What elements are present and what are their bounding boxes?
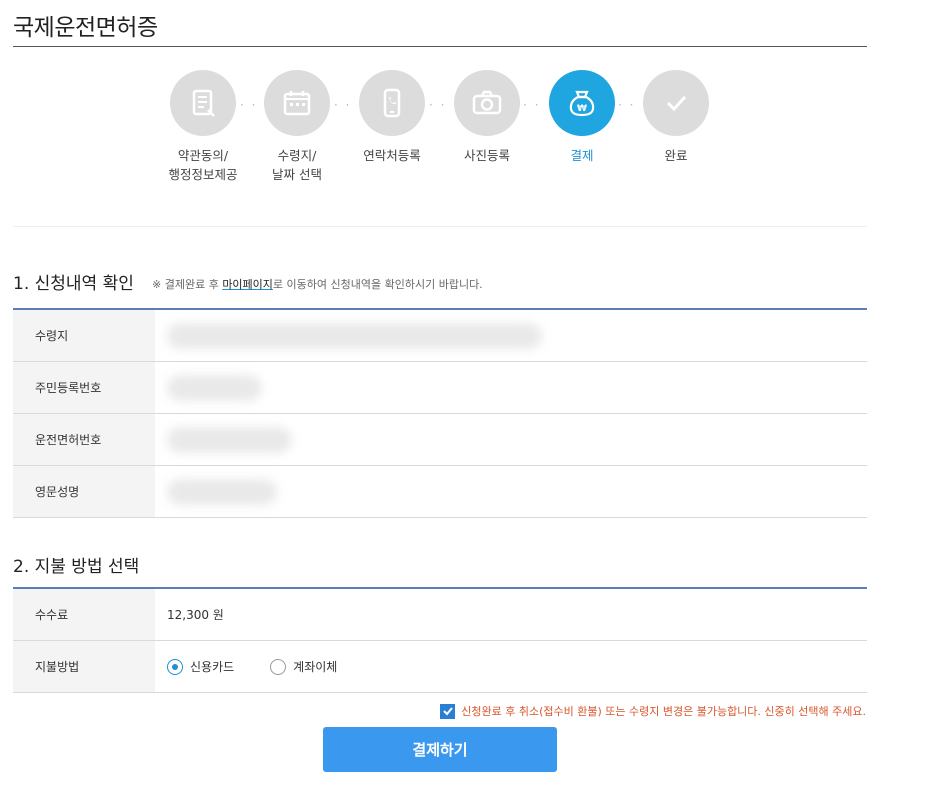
step-label: 수령지/ 날짜 선택	[272, 148, 322, 182]
radio-label: 신용카드	[190, 660, 235, 674]
won-bag-icon: ₩	[549, 70, 615, 136]
row-label-resident-number: 주민등록번호	[13, 362, 155, 413]
page-title: 국제운전면허증	[13, 15, 158, 41]
row-label-english-name: 영문성명	[13, 466, 155, 517]
step-photo: 사진등록	[432, 70, 542, 165]
section-divider	[13, 226, 867, 227]
radio-selected-icon[interactable]	[167, 658, 183, 675]
table-row: 수수료 12,300 원	[13, 589, 867, 641]
agreement-text: 신청완료 후 취소(접수비 환불) 또는 수령지 변경은 불가능합니다. 신중히…	[461, 705, 866, 718]
step-label: 완료	[664, 148, 688, 163]
note-text: 로 이동하여 신청내역을 확인하시기 바랍니다.	[272, 278, 483, 291]
step-receipt-date: 수령지/ 날짜 선택	[242, 70, 352, 184]
pay-button[interactable]: 결제하기	[323, 727, 557, 772]
check-icon	[643, 70, 709, 136]
table-row: 수령지	[13, 310, 867, 362]
agreement-checkbox-row[interactable]: 신청완료 후 취소(접수비 환불) 또는 수령지 변경은 불가능합니다. 신중히…	[440, 703, 866, 719]
checkbox-checked-icon[interactable]	[440, 703, 456, 719]
document-icon	[170, 70, 236, 136]
address-value-redacted	[155, 310, 867, 361]
radio-credit-card[interactable]: 신용카드	[167, 658, 234, 675]
row-label-license-number: 운전면허번호	[13, 414, 155, 465]
row-label-payment-method: 지불방법	[13, 641, 155, 692]
application-table: 수령지 주민등록번호 운전면허번호 영문성명	[13, 308, 867, 518]
english-name-value-redacted	[155, 466, 867, 517]
section-title-application: 1. 신청내역 확인	[13, 274, 134, 294]
table-row: 영문성명	[13, 466, 867, 518]
row-label-address: 수령지	[13, 310, 155, 361]
section-title-payment: 2. 지불 방법 선택	[13, 557, 140, 577]
step-label: 사진등록	[463, 148, 510, 163]
svg-text:₩: ₩	[577, 104, 587, 114]
radio-bank-transfer[interactable]: 계좌이체	[270, 658, 337, 675]
camera-icon	[454, 70, 520, 136]
radio-unselected-icon[interactable]	[270, 658, 287, 675]
step-complete: 완료	[621, 70, 731, 165]
payment-method-options: 신용카드 계좌이체	[155, 641, 867, 692]
table-row: 주민등록번호	[13, 362, 867, 414]
progress-stepper: 약관동의/ 행정정보제공 · · 수령지/ 날짜 선택 · · 연락처등록 · …	[0, 70, 928, 210]
table-row: 운전면허번호	[13, 414, 867, 466]
phone-icon	[359, 70, 425, 136]
fee-value: 12,300 원	[167, 608, 224, 622]
license-number-value-redacted	[155, 414, 867, 465]
calendar-icon	[264, 70, 330, 136]
payment-table: 수수료 12,300 원 지불방법 신용카드 계좌이체	[13, 587, 867, 693]
radio-label: 계좌이체	[293, 660, 338, 674]
table-row: 지불방법 신용카드 계좌이체	[13, 641, 867, 693]
row-label-fee: 수수료	[13, 589, 155, 640]
title-divider	[13, 46, 867, 47]
resident-number-value-redacted	[155, 362, 867, 413]
step-label: 연락처등록	[363, 148, 421, 163]
section-note: ※ 결제완료 후 마이페이지로 이동하여 신청내역을 확인하시기 바랍니다.	[152, 276, 483, 292]
note-text: ※ 결제완료 후	[152, 278, 223, 291]
step-contact: 연락처등록	[337, 70, 447, 165]
mypage-link[interactable]: 마이페이지	[222, 278, 273, 291]
